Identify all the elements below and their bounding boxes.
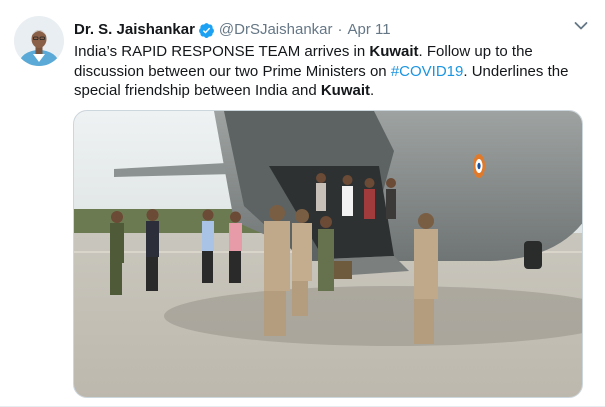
tweet-text-part: India’s RAPID RESPONSE TEAM arrives in <box>74 43 370 60</box>
author-name[interactable]: Dr. S. Jaishankar <box>74 21 195 39</box>
verified-badge-icon <box>198 22 214 38</box>
photo-airplane-image <box>74 111 582 397</box>
avatar[interactable] <box>14 16 64 66</box>
author-handle[interactable]: @DrSJaishankar <box>219 21 333 39</box>
tweet-text-bold: Kuwait <box>369 43 419 60</box>
chevron-down-icon[interactable] <box>574 20 588 32</box>
tweet-date[interactable]: Apr 11 <box>348 21 391 39</box>
separator-dot: · <box>337 21 343 38</box>
tweet-card[interactable]: Dr. S. Jaishankar @DrSJaishankar · Apr 1… <box>0 0 605 407</box>
tweet-media-photo[interactable] <box>73 110 583 398</box>
tweet-header: Dr. S. Jaishankar @DrSJaishankar · Apr 1… <box>74 21 391 39</box>
tweet-text-part: . <box>370 82 375 99</box>
tweet-text: India’s RAPID RESPONSE TEAM arrives in K… <box>74 42 574 101</box>
tweet-text-bold: Kuwait <box>320 82 371 99</box>
hashtag-link[interactable]: #COVID19 <box>391 63 464 80</box>
avatar-image <box>14 16 64 66</box>
